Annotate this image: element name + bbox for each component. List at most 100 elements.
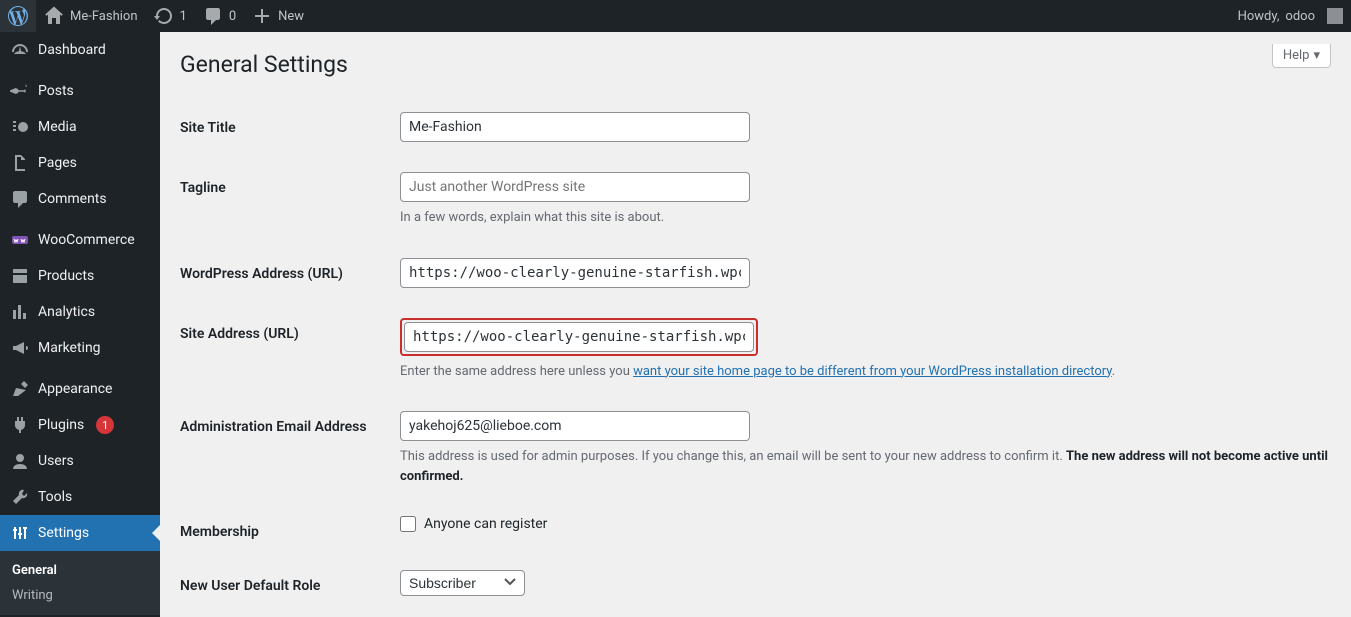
help-label: Help bbox=[1283, 48, 1310, 63]
sb-label: Users bbox=[38, 453, 74, 469]
sb-label: Tools bbox=[38, 489, 72, 505]
settings-submenu: General Writing bbox=[0, 551, 160, 615]
select-default-role[interactable]: SubscriberContributorAuthorEditorAdminis… bbox=[400, 570, 525, 596]
settings-wrap: General Settings Site Title Tagline In a… bbox=[160, 32, 1351, 617]
sb-label: Appearance bbox=[38, 381, 112, 397]
analytics-icon bbox=[10, 302, 30, 322]
chevron-down-icon: ▾ bbox=[1313, 48, 1320, 63]
checkbox-text: Anyone can register bbox=[424, 516, 547, 532]
sidebar-item-pages[interactable]: Pages bbox=[0, 145, 160, 181]
label-default-role: New User Default Role bbox=[180, 560, 400, 594]
media-icon bbox=[10, 117, 30, 137]
username: odoo bbox=[1285, 9, 1315, 24]
sb-label: Media bbox=[38, 119, 77, 135]
sidebar-item-analytics[interactable]: Analytics bbox=[0, 294, 160, 330]
input-wp-url[interactable] bbox=[400, 258, 750, 288]
row-default-role: New User Default Role SubscriberContribu… bbox=[180, 560, 1331, 596]
updates-link[interactable]: 1 bbox=[146, 0, 195, 32]
sidebar-item-marketing[interactable]: Marketing bbox=[0, 330, 160, 366]
dashboard-icon bbox=[10, 40, 30, 60]
site-name-link[interactable]: Me-Fashion bbox=[36, 0, 146, 32]
settings-icon bbox=[10, 523, 30, 543]
label-membership: Membership bbox=[180, 506, 400, 540]
sb-label: Comments bbox=[38, 191, 107, 207]
row-site-title: Site Title bbox=[180, 102, 1331, 142]
comment-icon bbox=[203, 6, 223, 26]
sb-label: Marketing bbox=[38, 340, 101, 356]
input-site-url[interactable] bbox=[404, 322, 754, 352]
sidebar-item-comments[interactable]: Comments bbox=[0, 181, 160, 217]
admin-bar: Me-Fashion 1 0 New Howdy, odoo bbox=[0, 0, 1351, 32]
admin-bar-left: Me-Fashion 1 0 New bbox=[0, 0, 312, 32]
link-site-url-help[interactable]: want your site home page to be different… bbox=[633, 364, 1112, 379]
sidebar-item-media[interactable]: Media bbox=[0, 109, 160, 145]
sidebar-item-users[interactable]: Users bbox=[0, 443, 160, 479]
settings-form: Site Title Tagline In a few words, expla… bbox=[180, 102, 1331, 596]
submenu-writing[interactable]: Writing bbox=[0, 583, 160, 608]
row-site-url: Site Address (URL) Enter the same addres… bbox=[180, 308, 1331, 382]
row-admin-email: Administration Email Address This addres… bbox=[180, 401, 1331, 486]
input-tagline[interactable] bbox=[400, 172, 750, 202]
home-icon bbox=[44, 6, 64, 26]
content-area: Help ▾ General Settings Site Title Tagli… bbox=[160, 32, 1351, 617]
submenu-general[interactable]: General bbox=[0, 558, 160, 583]
sb-label: Products bbox=[38, 268, 94, 284]
tools-icon bbox=[10, 487, 30, 507]
desc-tagline: In a few words, explain what this site i… bbox=[400, 208, 1331, 228]
sidebar-item-plugins[interactable]: Plugins 1 bbox=[0, 407, 160, 443]
new-link[interactable]: New bbox=[244, 0, 312, 32]
site-name-text: Me-Fashion bbox=[70, 9, 138, 24]
input-admin-email[interactable] bbox=[400, 411, 750, 441]
wp-logo[interactable] bbox=[0, 0, 36, 32]
pin-icon bbox=[10, 81, 30, 101]
woo-icon bbox=[10, 230, 30, 250]
plus-icon bbox=[252, 6, 272, 26]
row-tagline: Tagline In a few words, explain what thi… bbox=[180, 162, 1331, 228]
update-icon bbox=[154, 6, 174, 26]
products-icon bbox=[10, 266, 30, 286]
comments-count: 0 bbox=[229, 9, 236, 24]
plugin-update-badge: 1 bbox=[96, 416, 114, 434]
sidebar-item-tools[interactable]: Tools bbox=[0, 479, 160, 515]
checkbox-membership-label[interactable]: Anyone can register bbox=[400, 516, 1331, 532]
pages-icon bbox=[10, 153, 30, 173]
sidebar-item-products[interactable]: Products bbox=[0, 258, 160, 294]
comments-link[interactable]: 0 bbox=[195, 0, 244, 32]
sidebar-item-posts[interactable]: Posts bbox=[0, 73, 160, 109]
sidebar-item-appearance[interactable]: Appearance bbox=[0, 371, 160, 407]
sb-label: Posts bbox=[38, 83, 74, 99]
admin-bar-right: Howdy, odoo bbox=[1230, 0, 1351, 32]
highlight-site-url bbox=[400, 318, 758, 356]
updates-count: 1 bbox=[180, 9, 187, 24]
avatar bbox=[1327, 8, 1343, 24]
label-admin-email: Administration Email Address bbox=[180, 401, 400, 435]
admin-sidebar: Dashboard Posts Media Pages Comments Woo… bbox=[0, 32, 160, 617]
sidebar-item-woocommerce[interactable]: WooCommerce bbox=[0, 222, 160, 258]
page-title: General Settings bbox=[180, 42, 1331, 82]
appearance-icon bbox=[10, 379, 30, 399]
desc-admin-email: This address is used for admin purposes.… bbox=[400, 447, 1331, 486]
sidebar-item-settings[interactable]: Settings bbox=[0, 515, 160, 551]
marketing-icon bbox=[10, 338, 30, 358]
comments-icon bbox=[10, 189, 30, 209]
sb-label: Analytics bbox=[38, 304, 95, 320]
label-tagline: Tagline bbox=[180, 162, 400, 196]
sb-label: Dashboard bbox=[38, 42, 106, 58]
sb-label: Plugins bbox=[38, 417, 84, 433]
label-wp-url: WordPress Address (URL) bbox=[180, 248, 400, 282]
sb-label: Pages bbox=[38, 155, 77, 171]
my-account[interactable]: Howdy, odoo bbox=[1230, 0, 1351, 32]
input-site-title[interactable] bbox=[400, 112, 750, 142]
sb-label: WooCommerce bbox=[38, 232, 135, 248]
plugin-icon bbox=[10, 415, 30, 435]
row-membership: Membership Anyone can register bbox=[180, 506, 1331, 540]
users-icon bbox=[10, 451, 30, 471]
desc-site-url: Enter the same address here unless you w… bbox=[400, 362, 1331, 382]
new-label: New bbox=[278, 9, 304, 24]
howdy-prefix: Howdy, bbox=[1238, 9, 1280, 24]
sidebar-item-dashboard[interactable]: Dashboard bbox=[0, 32, 160, 68]
checkbox-membership[interactable] bbox=[400, 516, 416, 532]
sb-label: Settings bbox=[38, 525, 89, 541]
help-tab[interactable]: Help ▾ bbox=[1272, 44, 1331, 68]
wordpress-icon bbox=[8, 6, 28, 26]
